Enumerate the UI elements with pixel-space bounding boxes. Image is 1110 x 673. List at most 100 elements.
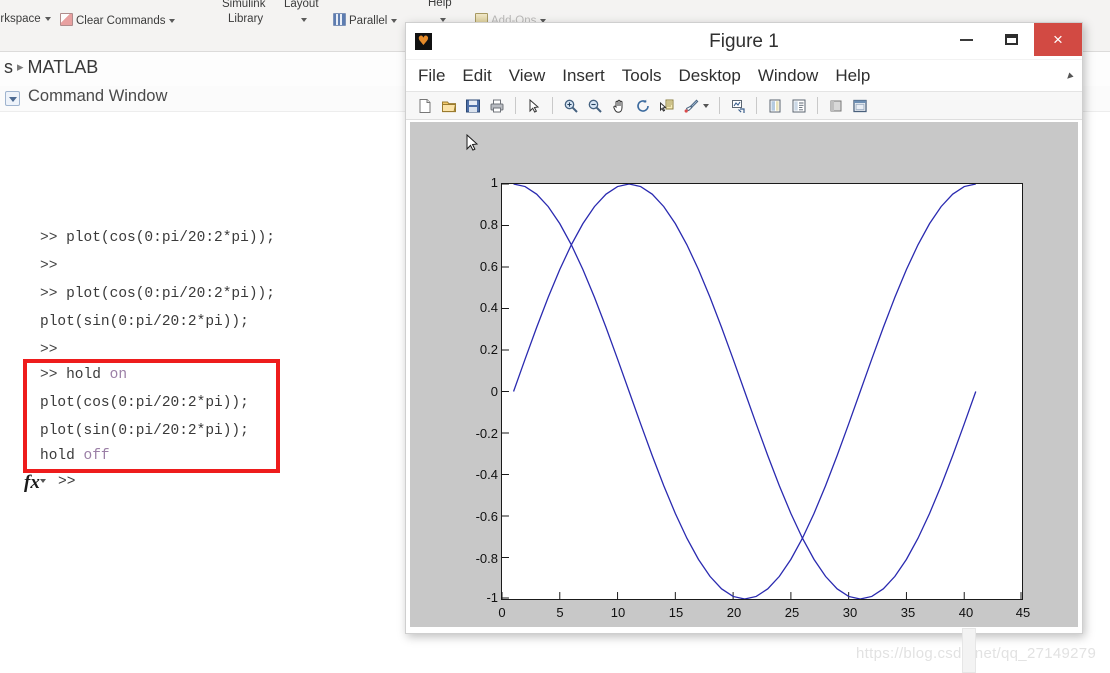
command-prompt: >> [40,230,67,246]
y-tick-label: 0.2 [479,342,498,357]
fx-function-browser-icon[interactable]: fx [24,472,40,494]
legend-icon[interactable] [788,95,810,116]
brush-icon[interactable] [680,95,702,116]
menu-window[interactable]: Window [758,66,818,86]
toolbar-separator [552,97,553,114]
figure-menubar: File Edit View Insert Tools Desktop Wind… [406,60,1082,92]
data-cursor-icon[interactable] [656,95,678,116]
command-line: >> plot(cos(0:pi/20:2*pi)); [40,230,275,246]
ribbon-item-parallel-label: Parallel [349,15,388,27]
menu-view[interactable]: View [509,66,546,86]
figure-canvas[interactable]: 1 0.8 0.6 0.4 0.2 0 -0.2 -0.4 -0.6 -0.8 … [410,122,1078,627]
y-tick-label: 0 [490,384,498,399]
ribbon-item-layout-caret[interactable] [297,14,307,26]
x-tick-label: 25 [784,605,800,620]
command-text: plot(cos(0:pi/20:2*pi)); [66,230,275,246]
arrow-cursor [466,134,479,151]
x-tick-label: 0 [498,605,506,620]
ribbon-item-simulink-library-top[interactable]: Simulink [222,0,265,10]
ribbon-item-clear-commands-label: Clear Commands [76,15,166,27]
breadcrumb-current[interactable]: MATLAB [28,57,99,77]
chevron-down-icon[interactable] [5,91,20,106]
y-tick-label: -0.2 [475,426,498,441]
ribbon-item-clear-commands[interactable]: Clear Commands [60,13,176,27]
minimize-button[interactable] [944,23,989,56]
y-tick-label: -0.8 [475,551,498,566]
hide-plot-tools-icon[interactable] [825,95,847,116]
clear-commands-icon [60,13,73,26]
colorbar-icon[interactable] [764,95,786,116]
breadcrumb-prefix[interactable]: s [4,57,13,77]
toolbar-separator [817,97,818,114]
series-sin [512,184,977,599]
menu-tools[interactable]: Tools [622,66,662,86]
y-tick-label: 1 [490,175,498,190]
red-highlight-box [23,359,280,473]
rotate-3d-icon[interactable] [632,95,654,116]
menu-help[interactable]: Help [835,66,870,86]
plot-series-svg [502,184,1022,599]
parallel-icon [333,13,346,26]
x-tick-label: 10 [610,605,626,620]
close-icon: × [1053,29,1063,49]
ribbon-item-simulink-library[interactable]: Library [228,13,263,25]
y-tick-label: -1 [486,590,498,605]
y-tick-label: -0.6 [475,509,498,524]
ribbon-item-help[interactable]: Help [428,0,452,9]
y-tick-label: -0.4 [475,467,498,482]
watermark-text: https://blog.csdn.net/qq_27149279 [856,645,1097,662]
x-tick-label: 35 [900,605,916,620]
figure-titlebar[interactable]: ♥ Figure 1 × [406,23,1082,60]
chevron-down-icon[interactable] [44,16,51,21]
minimize-icon [960,38,973,41]
ribbon-item-library-label: Library [228,13,264,25]
figure-window[interactable]: ♥ Figure 1 × File Edit View Insert Tools… [405,22,1083,634]
zoom-out-icon[interactable] [584,95,606,116]
ribbon-item-parallel[interactable]: Parallel [333,13,398,27]
x-tick-label: 5 [556,605,564,620]
y-tick-label: 0.8 [479,217,498,232]
breadcrumb-separator-icon: ▸ [17,59,24,74]
close-button[interactable]: × [1034,23,1082,56]
scrollbar-thumb[interactable] [962,628,976,673]
command-line: >> [40,258,66,274]
save-figure-icon[interactable] [462,95,484,116]
chevron-down-icon[interactable] [40,479,46,483]
ribbon-item-layout[interactable]: Layout [284,0,319,10]
breadcrumb[interactable]: s ▸ MATLAB [4,57,98,78]
x-tick-label: 20 [726,605,742,620]
menu-insert[interactable]: Insert [562,66,605,86]
plot-axes[interactable]: 1 0.8 0.6 0.4 0.2 0 -0.2 -0.4 -0.6 -0.8 … [476,175,1031,620]
pan-icon[interactable] [608,95,630,116]
active-command-prompt[interactable]: >> [58,474,75,490]
x-tick-label: 45 [1015,605,1031,620]
menu-edit[interactable]: Edit [462,66,491,86]
new-figure-icon[interactable] [414,95,436,116]
page-title: Command Window [28,87,168,105]
menu-file[interactable]: File [418,66,445,86]
maximize-icon [1005,34,1018,45]
pointer-icon[interactable] [523,95,545,116]
ribbon-item-workspace-label: orkspace [0,13,41,25]
ribbon-item-layout-label: Layout [284,0,319,10]
screen: orkspace Clear Commands Simulink Library… [0,0,1110,673]
ribbon-item-workspace[interactable]: orkspace [0,13,51,25]
maximize-button[interactable] [989,23,1034,56]
open-file-icon[interactable] [438,95,460,116]
y-axis-ticks [502,184,509,599]
link-plot-icon[interactable] [727,95,749,116]
ribbon-item-help-label: Help [428,0,452,9]
chevron-down-icon[interactable] [391,18,398,23]
zoom-in-icon[interactable] [560,95,582,116]
command-prompt: >> [40,286,67,302]
x-tick-label: 40 [958,605,974,620]
chevron-down-icon[interactable] [169,18,176,23]
menu-desktop[interactable]: Desktop [678,66,740,86]
toolbar-separator [515,97,516,114]
show-plot-tools-icon[interactable] [849,95,871,116]
brush-dropdown-caret[interactable] [703,103,709,108]
chevron-down-icon[interactable] [301,17,307,22]
menu-overflow-icon[interactable]: ▾ [1063,69,1077,83]
command-text: plot(sin(0:pi/20:2*pi)); [40,314,249,330]
print-figure-icon[interactable] [486,95,508,116]
